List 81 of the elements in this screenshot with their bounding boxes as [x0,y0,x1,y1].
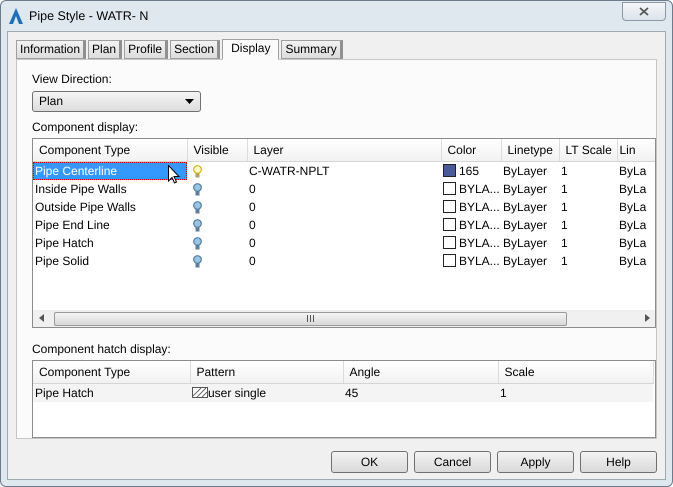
table-cell[interactable]: Pipe Hatch [33,234,187,252]
table-cell-text: ByLa [618,217,648,234]
window-title: Pipe Style - WATR- N [29,8,148,25]
grip-icon [307,315,314,322]
light-bulb-icon[interactable] [193,255,202,270]
tab[interactable]: Profile [124,40,168,59]
tab[interactable]: Display [222,39,280,60]
table-cell: ByLayer [501,162,559,180]
table-cell-text: ByLayer [502,217,548,234]
light-bulb-icon[interactable] [193,237,202,252]
table-cell-text: ByLayer [502,253,548,270]
dropdown-arrow-icon [185,98,194,104]
table-cell-text: ByLa [618,199,648,216]
table-cell: BYLA... [459,218,500,232]
tab[interactable]: Plan [88,40,122,59]
column-header[interactable]: Linetype [501,138,559,162]
table-cell: C-WATR-NPLT [247,162,441,180]
scroll-right-icon[interactable] [644,314,650,322]
table-cell-text: 0 [248,181,257,198]
table-cell-text: ByLayer [502,181,548,198]
table-cell-text: 1 [560,199,569,216]
column-header[interactable]: Lin [617,138,655,162]
light-bulb-icon[interactable] [193,219,202,234]
table-cell[interactable]: Pipe Solid [33,252,187,270]
table-cell-text: 0 [248,217,257,234]
section-label: Component display: [32,120,140,134]
table-cell-text: 1 [560,181,569,198]
close-icon [639,6,649,16]
column-header[interactable]: Component Type [33,360,190,384]
tab[interactable]: Summary [281,40,343,59]
light-bulb-icon[interactable] [193,201,202,216]
table-cell-text: ByLayer [502,235,548,252]
table-cell: BYLA... [459,236,500,250]
column-header[interactable]: LT Scale [559,138,617,162]
column-header[interactable]: Color [441,138,501,162]
table-cell: 45 [343,384,498,402]
table-cell: 165 [459,164,480,178]
table-cell-text: ByLa [618,181,648,198]
tab[interactable]: Section [170,40,220,59]
table-cell: 1 [559,162,617,180]
table-cell-text: ByLa [618,253,648,270]
column-header[interactable]: Component Type [33,138,187,162]
table-cell-text: ByLayer [502,199,548,216]
table-cell[interactable]: Pipe End Line [33,216,187,234]
close-button[interactable] [622,2,666,20]
dialog-button[interactable]: Apply [497,451,574,473]
table-cell-text: 0 [248,253,257,270]
table-cell-text: 1 [560,235,569,252]
column-header[interactable]: Visible [187,138,247,162]
column-header[interactable]: Pattern [190,360,343,384]
field-label: View Direction: [32,72,113,86]
table-cell: BYLA... [459,254,500,268]
column-header[interactable]: Layer [247,138,441,162]
table-cell: BYLA... [459,200,500,214]
table-cell-text: 1 [560,253,569,270]
dialog-button[interactable]: Help [580,451,657,473]
mouse-cursor-icon [168,165,180,184]
app-icon [9,8,23,24]
table-cell: Pipe Hatch [33,384,190,402]
column-header[interactable]: Scale [498,360,653,384]
table-cell[interactable]: Inside Pipe Walls [33,180,187,198]
table-cell: ByLa [617,162,655,180]
scroll-left-icon[interactable] [38,314,44,322]
section-label: Component hatch display: [32,342,172,356]
table-cell: user single [208,386,266,400]
view-direction-dropdown[interactable]: Plan [32,91,201,112]
light-bulb-icon[interactable] [193,165,202,180]
column-header[interactable]: Angle [343,360,498,384]
table-cell-text: 0 [248,235,257,252]
table-cell[interactable]: Outside Pipe Walls [33,198,187,216]
tab[interactable]: Information [16,40,86,59]
table-cell: 1 [498,384,653,402]
dialog-button[interactable]: Cancel [414,451,491,473]
table-cell-text: ByLa [618,235,648,252]
dialog-button[interactable]: OK [331,451,408,473]
table-cell-text: 1 [560,217,569,234]
horizontal-scrollbar[interactable] [33,310,655,327]
table-cell: BYLA... [459,182,500,196]
table-cell-text: 0 [248,199,257,216]
light-bulb-icon[interactable] [193,183,202,198]
scroll-thumb[interactable] [54,312,567,326]
